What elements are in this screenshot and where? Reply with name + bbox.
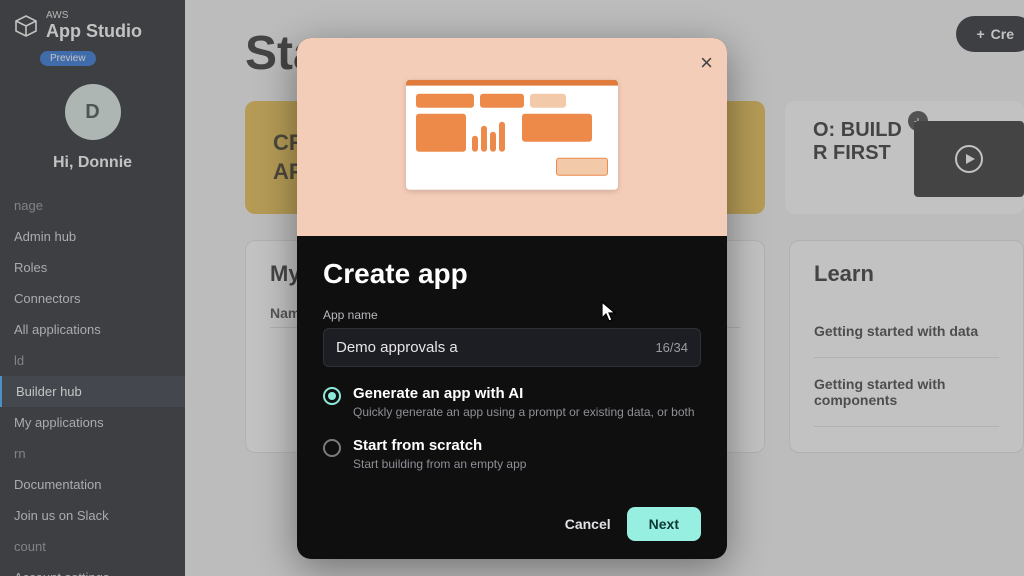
modal-actions: Cancel Next (323, 507, 701, 541)
radio-selected-icon (323, 387, 341, 405)
close-icon[interactable]: × (700, 50, 713, 76)
char-counter: 16/34 (655, 340, 688, 355)
modal-title: Create app (323, 258, 701, 290)
modal-body: Create app App name 16/34 Generate an ap… (297, 236, 727, 559)
create-app-modal: × Create app App name 16/34 (297, 38, 727, 559)
next-button[interactable]: Next (627, 507, 701, 541)
option-from-scratch[interactable]: Start from scratch Start building from a… (323, 437, 701, 471)
option2-title: Start from scratch (353, 437, 526, 454)
modal-scrim[interactable]: × Create app App name 16/34 (0, 0, 1024, 576)
option-generate-ai[interactable]: Generate an app with AI Quickly generate… (323, 385, 701, 419)
app-name-input[interactable] (336, 339, 655, 356)
option1-sub: Quickly generate an app using a prompt o… (353, 405, 695, 419)
radio-unselected-icon (323, 439, 341, 457)
app-name-label: App name (323, 308, 701, 322)
app-name-input-wrap: 16/34 (323, 328, 701, 367)
option1-title: Generate an app with AI (353, 385, 695, 402)
modal-hero: × (297, 38, 727, 236)
wireframe-illustration (406, 80, 618, 190)
option2-sub: Start building from an empty app (353, 457, 526, 471)
cancel-button[interactable]: Cancel (565, 516, 611, 532)
